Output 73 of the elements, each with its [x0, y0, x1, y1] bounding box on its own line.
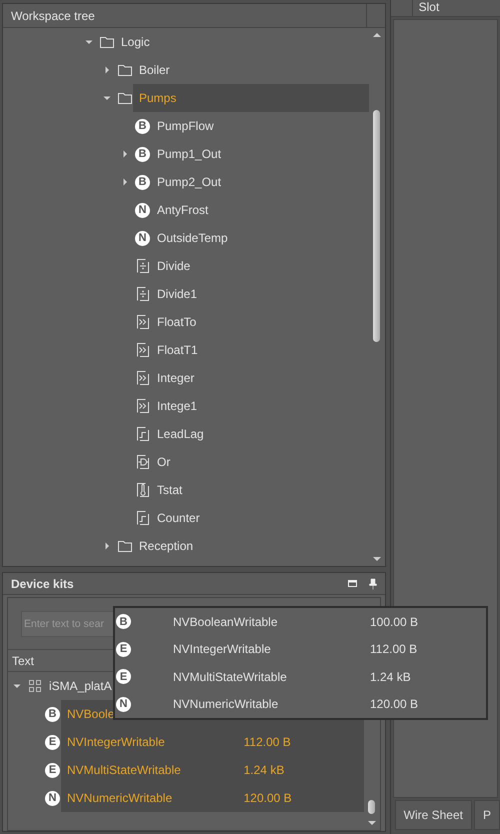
tree-item[interactable]: Or [157, 455, 170, 469]
tree-item[interactable]: AntyFrost [157, 203, 208, 217]
tree-item[interactable]: NVMultiStateWritable [67, 763, 181, 777]
folder-icon [117, 62, 133, 78]
item-name: NVNumericWritable [173, 697, 280, 712]
tree-item[interactable]: FloatT1 [157, 343, 198, 357]
file-size: 120.00 B [370, 697, 418, 712]
tree-item[interactable]: Pumps [139, 91, 176, 105]
tree-item[interactable]: PumpFlow [157, 119, 214, 133]
panel-title: Device kits [10, 576, 75, 590]
column-header[interactable]: Text [12, 654, 34, 668]
point-badge-icon: E [116, 642, 131, 657]
scroll-down-icon[interactable] [372, 556, 381, 562]
folder-icon [99, 34, 115, 50]
file-size: 112.00 B [370, 642, 418, 656]
step-block-icon [135, 510, 151, 526]
tree-item[interactable]: Pump2_Out [157, 175, 222, 189]
tree-item[interactable]: Divide [157, 259, 190, 273]
converter-block-icon [135, 370, 151, 386]
tab[interactable]: Wire Sheet [394, 800, 472, 830]
tree-item[interactable]: NVBoole [67, 707, 114, 721]
converter-block-icon [135, 342, 151, 358]
file-size: 112.00 B [244, 735, 292, 749]
tree-item[interactable]: Pump1_Out [157, 147, 222, 161]
converter-block-icon [135, 398, 151, 414]
tree-item[interactable]: Counter [157, 511, 200, 525]
folder-icon [117, 538, 133, 554]
file-size: 1.24 kB [370, 670, 411, 684]
point-badge-icon: E [45, 762, 60, 778]
tree-item[interactable]: Divide1 [157, 287, 198, 301]
scrollbar-thumb[interactable] [368, 800, 376, 814]
point-badge-icon: E [45, 734, 60, 750]
tree-item[interactable]: Intege1 [157, 399, 198, 413]
tree-item[interactable]: Reception [139, 539, 194, 553]
point-badge-icon: E [116, 669, 131, 684]
point-badge-icon: N [45, 790, 60, 806]
panel-title: Workspace tree [10, 8, 96, 22]
tree-item[interactable]: Tstat [157, 483, 182, 497]
tree-item[interactable]: NVIntegerWritable [67, 735, 165, 749]
file-size: 100.00 B [370, 614, 418, 629]
divide-block-icon [135, 258, 151, 274]
point-badge-icon: B [135, 146, 150, 162]
tree-item[interactable]: LeadLag [157, 427, 204, 441]
item-name: NVIntegerWritable [173, 642, 272, 656]
thermometer-icon [135, 482, 151, 498]
tree-item[interactable]: iSMA_platA [49, 679, 112, 693]
point-badge-icon: N [116, 696, 131, 712]
item-name: NVMultiStateWritable [173, 670, 288, 684]
tree-item[interactable]: Integer [157, 371, 194, 385]
point-badge-icon: N [135, 202, 150, 218]
scroll-down-icon[interactable] [368, 820, 376, 826]
tree-item[interactable]: Boiler [139, 63, 170, 77]
divide-block-icon [135, 286, 151, 302]
file-size: 1.24 kB [244, 763, 286, 777]
tree-item[interactable]: Logic [121, 35, 150, 49]
folder-icon [117, 90, 133, 106]
scroll-up-icon[interactable] [372, 32, 381, 38]
point-badge-icon: B [135, 174, 150, 190]
point-badge-icon: B [116, 614, 131, 630]
point-badge-icon: B [45, 706, 60, 722]
tab[interactable]: P [474, 800, 500, 830]
item-name: NVBooleanWritable [173, 614, 279, 629]
tree-item[interactable]: FloatTo [157, 315, 196, 329]
file-size: 120.00 B [244, 791, 293, 805]
point-badge-icon: N [135, 230, 150, 246]
grid-icon [27, 678, 43, 694]
logic-gate-icon [135, 454, 151, 470]
step-block-icon [135, 426, 151, 442]
scrollbar-thumb[interactable] [372, 110, 380, 342]
converter-block-icon [135, 314, 151, 330]
point-badge-icon: B [135, 118, 150, 134]
tree-item[interactable]: OutsideTemp [157, 231, 228, 245]
tree-item[interactable]: NVNumericWritable [67, 791, 172, 805]
